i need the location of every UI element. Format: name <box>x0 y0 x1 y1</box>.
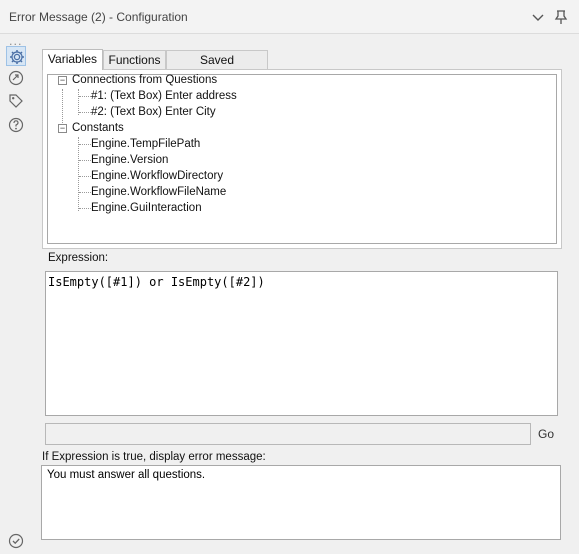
tree-item[interactable]: #1: (Text Box) Enter address <box>91 88 237 104</box>
help-icon[interactable] <box>6 115 26 135</box>
expression-editor[interactable]: IsEmpty([#1]) or IsEmpty([#2]) <box>45 271 558 416</box>
error-message-field[interactable]: You must answer all questions. <box>41 465 561 540</box>
tree-item[interactable]: Engine.WorkflowFileName <box>91 184 226 200</box>
collapse-connections-toggle[interactable]: − <box>58 76 67 85</box>
tab-functions[interactable]: Functions <box>103 50 166 69</box>
check-circle-icon[interactable] <box>6 531 26 551</box>
pin-icon[interactable] <box>552 8 570 26</box>
tree-item[interactable]: #2: (Text Box) Enter City <box>91 104 216 120</box>
tree-item[interactable]: Engine.TempFilePath <box>91 136 200 152</box>
title-bar: Error Message (2) - Configuration <box>0 0 579 34</box>
variables-tree[interactable]: − Connections from Questions #1: (Text B… <box>47 74 557 244</box>
tree-item[interactable]: Engine.GuiInteraction <box>91 200 202 216</box>
collapse-constants-toggle[interactable]: − <box>58 124 67 133</box>
tree-group-constants[interactable]: Constants <box>72 120 124 136</box>
chevron-down-icon[interactable] <box>529 8 547 26</box>
tree-group-connections[interactable]: Connections from Questions <box>72 72 217 88</box>
gear-icon[interactable] <box>6 46 26 66</box>
go-button[interactable]: Go <box>538 427 554 441</box>
test-input[interactable] <box>45 423 531 445</box>
tree-item[interactable]: Engine.WorkflowDirectory <box>91 168 223 184</box>
sidebar: ... <box>0 35 34 554</box>
tag-icon[interactable] <box>6 91 26 111</box>
error-message-label: If Expression is true, display error mes… <box>42 451 266 463</box>
tab-variables[interactable]: Variables <box>42 49 103 70</box>
variables-panel: − Connections from Questions #1: (Text B… <box>42 69 562 249</box>
tree-item[interactable]: Engine.Version <box>91 152 168 168</box>
connection-icon[interactable] <box>6 68 26 88</box>
window-title: Error Message (2) - Configuration <box>9 10 188 24</box>
tab-saved-expressions[interactable]: Saved Expressions <box>166 50 268 85</box>
expression-label: Expression: <box>48 252 109 264</box>
